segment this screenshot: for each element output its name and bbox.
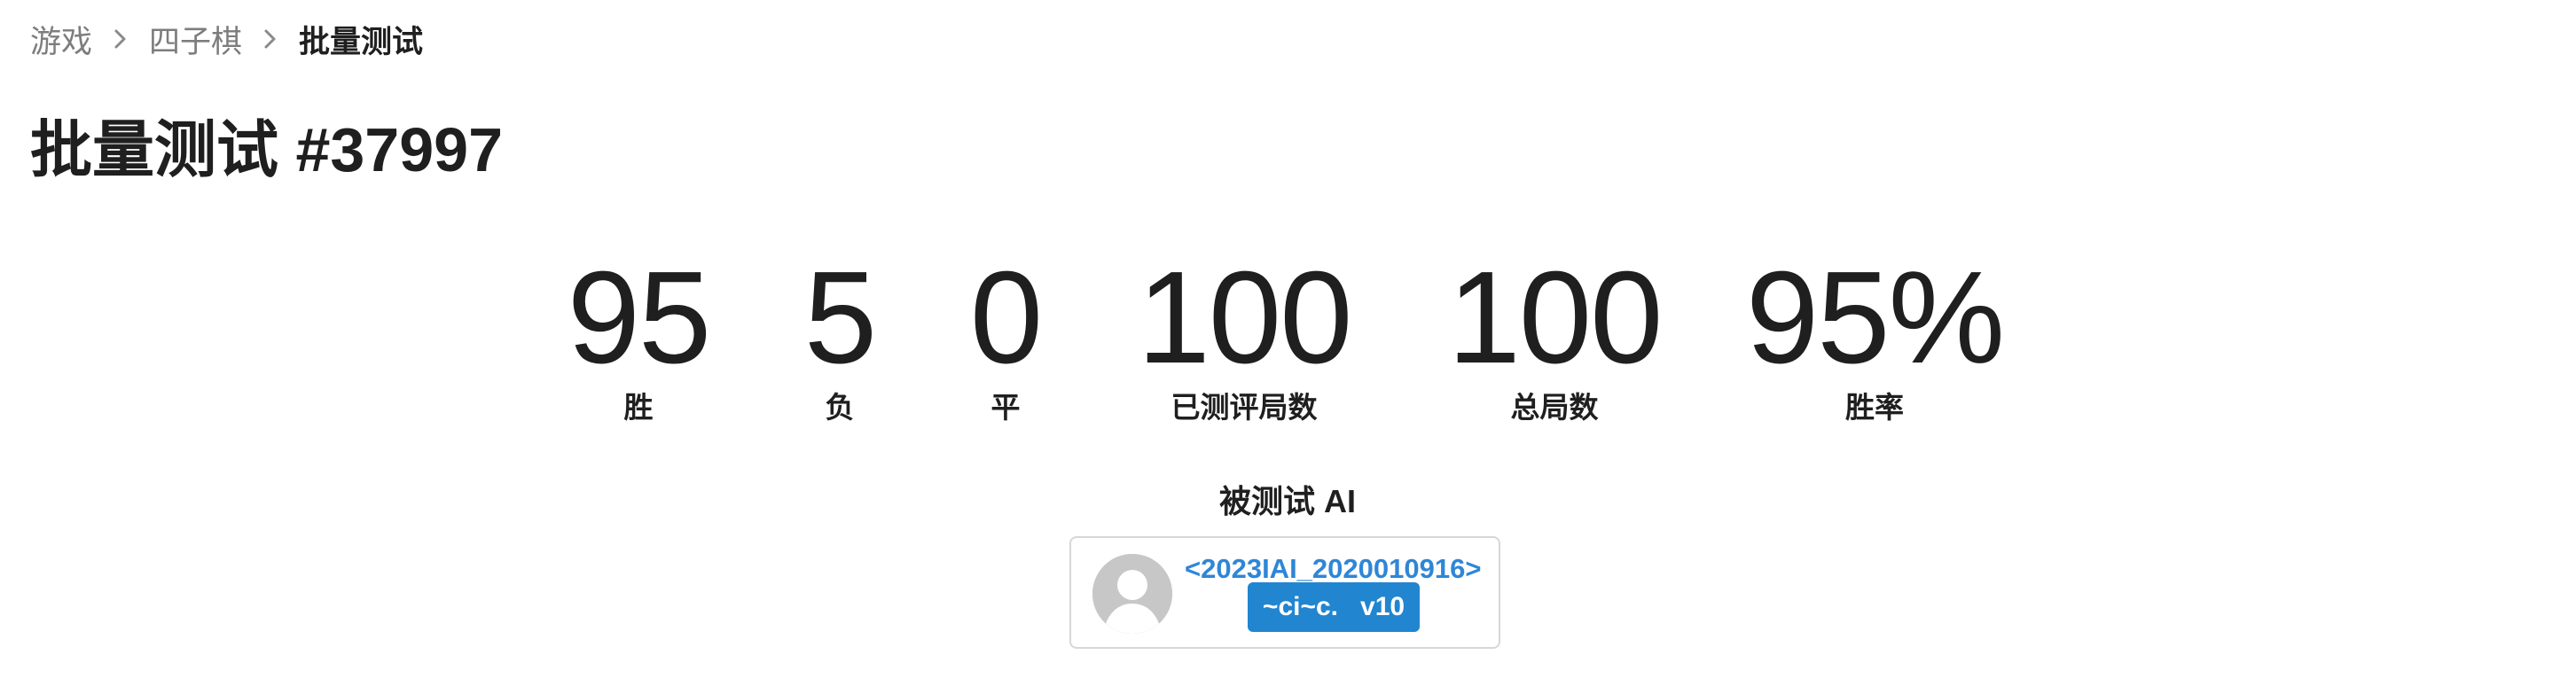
stat-label: 平	[990, 391, 1021, 424]
ai-name-link[interactable]: <2023IAI_2020010916>	[1185, 551, 1481, 587]
page-title: 批量测试 #37997	[30, 115, 504, 184]
stat-win-rate: 95% 胜率	[1745, 245, 2005, 425]
stat-value: 100	[1137, 245, 1353, 391]
stat-wins: 95 胜	[567, 245, 712, 425]
breadcrumb-link-games[interactable]: 游戏	[30, 17, 92, 62]
tested-ai-heading: 被测试 AI	[1218, 483, 1357, 519]
breadcrumb: 游戏 四子棋 批量测试	[30, 16, 423, 62]
stat-label: 已测评局数	[1171, 391, 1318, 424]
stat-label: 总局数	[1510, 391, 1599, 424]
user-avatar-icon	[1092, 554, 1172, 634]
stat-value: 5	[803, 245, 877, 391]
chevron-right-icon	[92, 16, 149, 62]
stat-value: 0	[969, 245, 1043, 391]
ai-version-badge[interactable]: ~ci~c. v10	[1248, 582, 1420, 632]
chevron-right-icon	[242, 16, 299, 62]
breadcrumb-current: 批量测试	[299, 24, 424, 59]
stat-total-games: 100 总局数	[1447, 245, 1664, 425]
stat-label: 负	[825, 391, 855, 424]
stat-label: 胜率	[1845, 391, 1904, 424]
stat-value: 95	[567, 245, 712, 391]
stat-evaluated-games: 100 已测评局数	[1137, 245, 1353, 425]
stat-value: 95%	[1745, 245, 2005, 391]
stat-value: 100	[1447, 245, 1664, 391]
stat-draws: 0 平	[969, 245, 1043, 425]
stat-label: 胜	[623, 391, 654, 424]
stat-losses: 5 负	[803, 245, 877, 425]
tested-ai-card[interactable]: <2023IAI_2020010916> ~ci~c. v10	[1069, 536, 1500, 649]
breadcrumb-link-connect-four[interactable]: 四子棋	[149, 17, 242, 62]
